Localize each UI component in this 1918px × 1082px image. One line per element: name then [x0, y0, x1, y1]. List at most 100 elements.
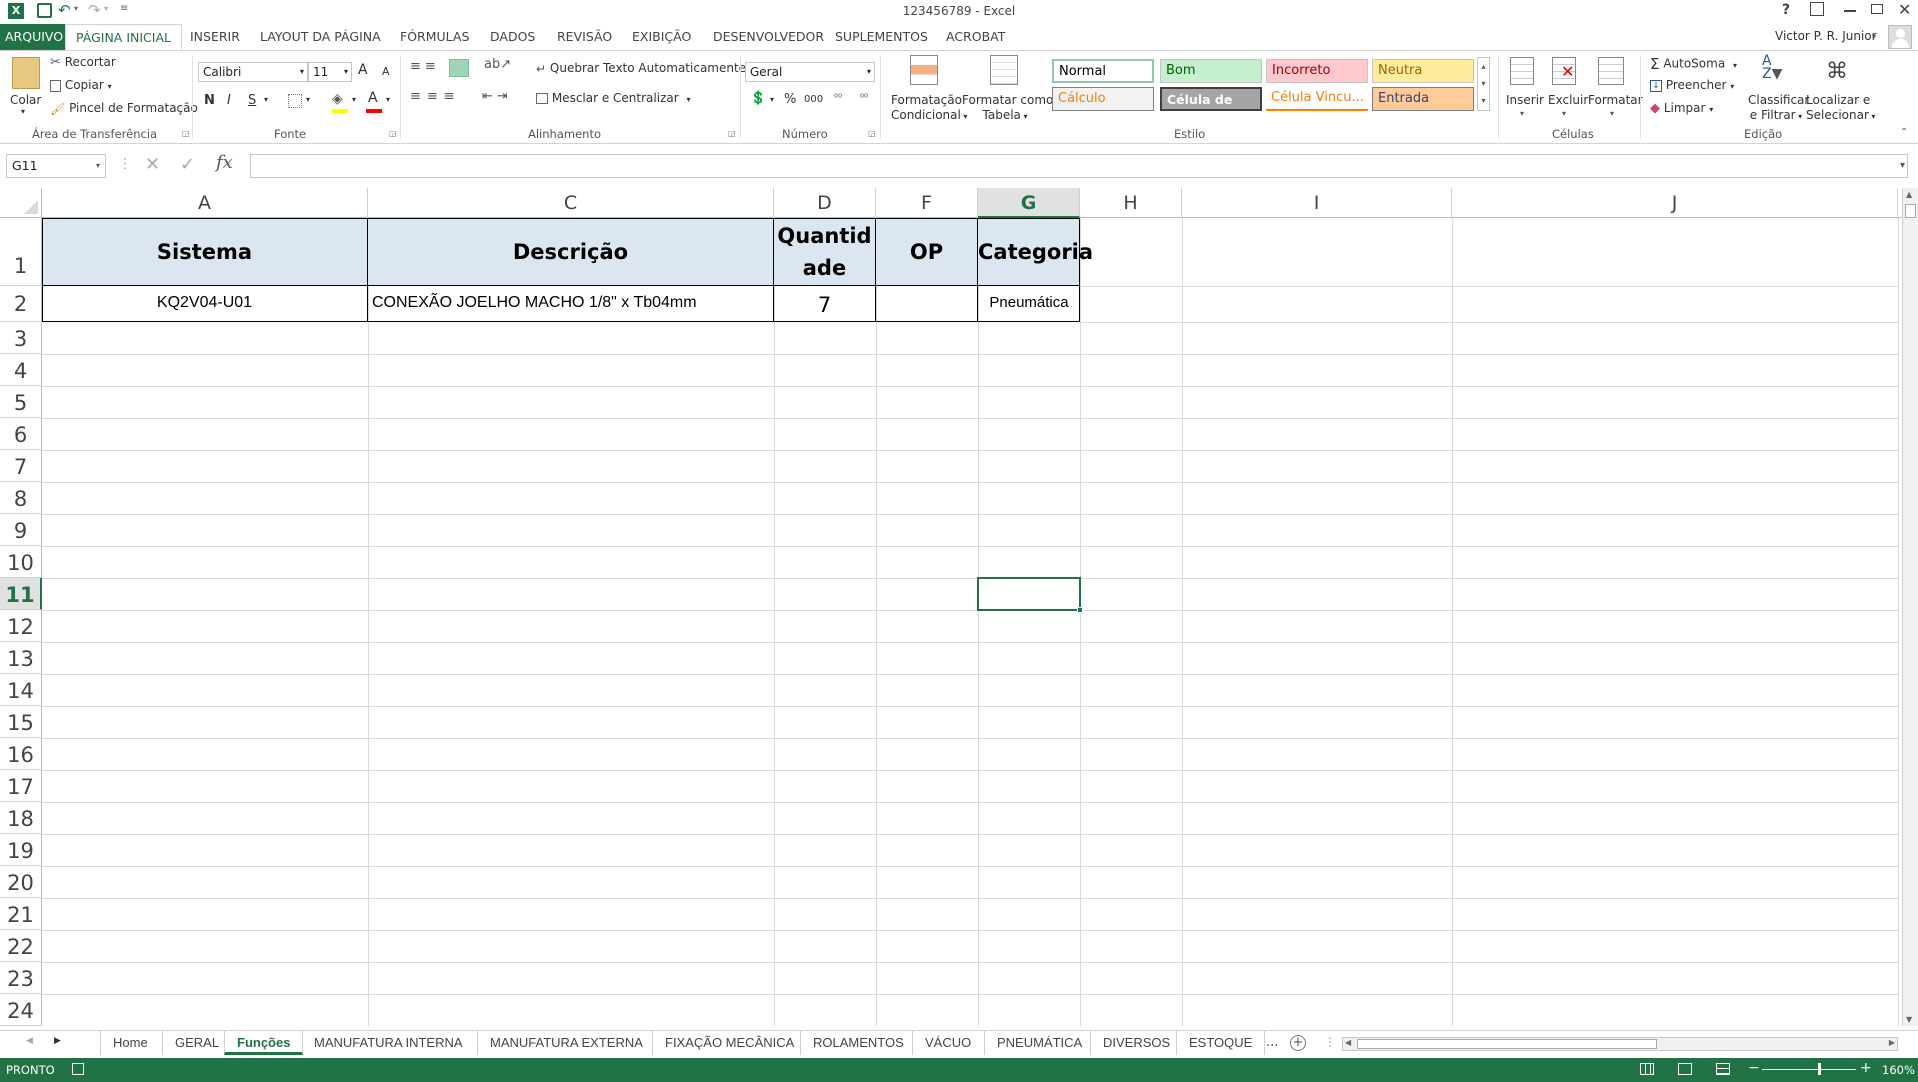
row-header-24[interactable]: 24 — [0, 994, 42, 1026]
collapse-ribbon-icon[interactable]: ⌃ — [1900, 127, 1908, 138]
sheet-tab-manufatura-externa[interactable]: MANUFATURA EXTERNA — [477, 1031, 655, 1055]
tab-revisao[interactable]: REVISÃO — [549, 24, 620, 50]
column-header-d[interactable]: D — [774, 188, 876, 218]
sheet-tab-geral[interactable]: GERAL — [162, 1031, 231, 1055]
format-cells-button[interactable]: Formatar — [1588, 93, 1643, 107]
borders-dropdown-icon[interactable]: ▾ — [306, 95, 310, 104]
sheet-tab-home[interactable]: Home — [100, 1031, 160, 1055]
clear-button[interactable]: ◆ Limpar ▾ — [1650, 101, 1713, 116]
style-celula-vinculada[interactable]: Célula Vincu... — [1266, 87, 1368, 111]
column-header-g[interactable]: G — [978, 188, 1080, 218]
header-categoria[interactable]: Categoria — [978, 218, 1093, 286]
currency-icon[interactable]: 💲 — [750, 91, 766, 106]
worksheet-grid[interactable]: A C D F G H I J 1 2 3 4 5 6 7 8 9 10 11 … — [0, 188, 1918, 1026]
cell-g2[interactable]: Pneumática — [978, 286, 1080, 322]
insert-function-button[interactable]: fx — [216, 152, 233, 173]
delete-dropdown-icon[interactable]: ▾ — [1562, 109, 1566, 118]
shrink-font-button[interactable]: A — [382, 65, 390, 78]
conditional-formatting-icon[interactable] — [910, 55, 938, 85]
row-header-11[interactable]: 11 — [0, 578, 42, 610]
cell-c2[interactable]: CONEXÃO JOELHO MACHO 1/8" x Tb04mm — [368, 286, 774, 322]
style-incorreto[interactable]: Incorreto — [1266, 59, 1368, 83]
tab-dados[interactable]: DADOS — [482, 24, 543, 50]
scroll-tabs-right-icon[interactable]: ▶ — [54, 1036, 61, 1046]
borders-icon[interactable] — [288, 94, 302, 108]
expand-formula-icon[interactable]: ▾ — [1900, 160, 1905, 171]
scroll-thumb[interactable] — [1905, 204, 1916, 218]
row-header-7[interactable]: 7 — [0, 450, 42, 482]
header-descricao[interactable]: Descrição — [368, 218, 774, 286]
help-icon[interactable]: ? — [1782, 2, 1790, 18]
row-header-10[interactable]: 10 — [0, 546, 42, 578]
row-header-9[interactable]: 9 — [0, 514, 42, 546]
tab-inserir[interactable]: INSERIR — [182, 24, 248, 50]
delete-cells-icon[interactable]: ✕ — [1552, 57, 1576, 85]
row-header-8[interactable]: 8 — [0, 482, 42, 514]
style-neutra[interactable]: Neutra — [1372, 59, 1474, 83]
fill-button[interactable]: ↓ Preencher ▾ — [1650, 78, 1734, 92]
indent-icons[interactable]: ⇤⇥ — [482, 89, 512, 104]
number-launcher-icon[interactable]: ◲ — [868, 129, 876, 138]
tab-arquivo[interactable]: ARQUIVO — [0, 24, 69, 50]
thousands-button[interactable]: 000 — [804, 94, 823, 105]
delete-cells-button[interactable]: Excluir — [1548, 93, 1588, 107]
header-op[interactable]: OP — [876, 218, 978, 286]
tab-pagina-inicial[interactable]: PÁGINA INICIAL — [65, 24, 182, 50]
font-color-dropdown-icon[interactable]: ▾ — [386, 95, 390, 104]
style-calculo[interactable]: Cálculo — [1052, 87, 1154, 111]
scroll-right-icon[interactable]: ▶ — [1889, 1038, 1895, 1047]
tab-formulas[interactable]: FÓRMULAS — [392, 24, 477, 50]
column-header-f[interactable]: F — [876, 188, 978, 218]
cell-f2[interactable] — [876, 286, 978, 322]
row-header-22[interactable]: 22 — [0, 930, 42, 962]
normal-view-icon[interactable] — [1640, 1063, 1654, 1075]
page-layout-view-icon[interactable] — [1678, 1063, 1692, 1075]
user-dropdown-icon[interactable]: ▾ — [1872, 32, 1876, 41]
align-bottom-icon[interactable] — [449, 59, 469, 77]
row-header-1[interactable]: 1 — [0, 218, 42, 286]
tab-exibicao[interactable]: EXIBIÇÃO — [624, 24, 699, 50]
style-normal[interactable]: Normal — [1052, 59, 1154, 83]
more-sheets-button[interactable]: ... — [1266, 1035, 1278, 1050]
format-painter-button[interactable]: 🖌 Pincel de Formatação — [50, 101, 198, 116]
insert-cells-button[interactable]: Inserir — [1506, 93, 1544, 107]
scroll-tabs-left-icon[interactable]: ◀ — [26, 1036, 33, 1046]
italic-button[interactable]: I — [227, 93, 231, 108]
sort-filter-icon[interactable]: A Z▼ — [1762, 54, 1782, 81]
style-bom[interactable]: Bom — [1160, 59, 1262, 83]
restore-icon[interactable] — [1871, 4, 1883, 14]
format-dropdown-icon[interactable]: ▾ — [1610, 109, 1614, 118]
row-header-17[interactable]: 17 — [0, 770, 42, 802]
font-name-select[interactable]: Calibri ▾ — [198, 62, 308, 82]
header-sistema[interactable]: Sistema — [42, 218, 368, 286]
close-icon[interactable]: ✕ — [1898, 0, 1911, 19]
vertical-align-icons[interactable]: ≡≡ — [410, 59, 440, 74]
cell-d2[interactable]: 7 — [774, 286, 876, 322]
paste-dropdown-icon[interactable]: ▾ — [21, 107, 25, 116]
bold-button[interactable]: N — [204, 93, 215, 108]
avatar[interactable] — [1888, 25, 1912, 49]
scroll-up-icon[interactable]: ▲ — [1906, 190, 1912, 199]
orientation-icon[interactable]: ab↗ — [484, 57, 511, 72]
insert-dropdown-icon[interactable]: ▾ — [1520, 109, 1524, 118]
find-select-button[interactable]: Localizar e Selecionar ▾ — [1806, 93, 1875, 124]
number-format-select[interactable]: Geral ▾ — [745, 62, 875, 82]
macro-record-icon[interactable] — [72, 1063, 84, 1075]
format-cells-icon[interactable] — [1598, 57, 1624, 85]
column-header-i[interactable]: I — [1182, 188, 1452, 218]
name-box[interactable]: G11 ▾ — [6, 154, 106, 178]
zoom-slider-thumb[interactable] — [1818, 1063, 1821, 1075]
row-header-18[interactable]: 18 — [0, 802, 42, 834]
scroll-down-icon[interactable]: ▼ — [1906, 1015, 1912, 1024]
font-launcher-icon[interactable]: ◲ — [389, 129, 397, 138]
underline-button[interactable]: S — [248, 93, 256, 108]
row-header-14[interactable]: 14 — [0, 674, 42, 706]
page-break-view-icon[interactable] — [1716, 1063, 1730, 1075]
wrap-text-button[interactable]: ↵ Quebrar Texto Automaticamente — [536, 61, 746, 76]
sheet-tab-manufatura-interna[interactable]: MANUFATURA INTERNA — [302, 1031, 475, 1055]
user-name[interactable]: Victor P. R. Junior — [1775, 29, 1877, 43]
select-all-corner[interactable] — [0, 188, 42, 218]
font-size-select[interactable]: 11 ▾ — [308, 62, 352, 82]
underline-dropdown-icon[interactable]: ▾ — [264, 95, 268, 104]
vertical-scrollbar[interactable]: ▲ ▼ — [1902, 188, 1918, 1026]
